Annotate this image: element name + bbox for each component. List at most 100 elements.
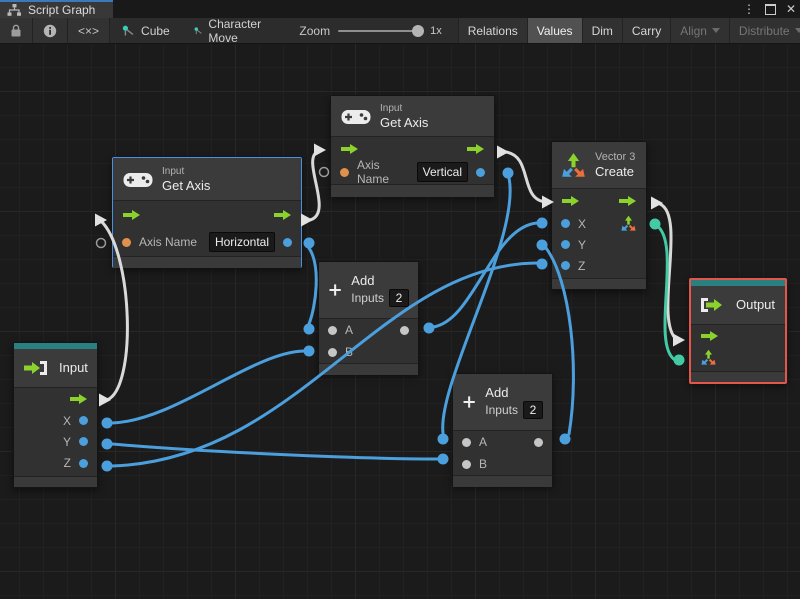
breadcrumb-label: Cube: [141, 23, 170, 38]
value-in-port[interactable]: [462, 437, 471, 447]
port-row-y: Y: [14, 431, 97, 452]
gamepad-icon: [123, 172, 153, 187]
output-event-icon: [701, 298, 722, 312]
distribute-dropdown[interactable]: Distribute: [728, 18, 800, 43]
flow-out-icon[interactable]: [466, 143, 485, 155]
vector3-icon: [562, 152, 585, 177]
flow-out-icon[interactable]: [273, 209, 292, 221]
vector-in-row: [691, 346, 785, 368]
node-input-event[interactable]: Input X Y Z: [13, 342, 98, 488]
port-row-z: Z: [14, 452, 97, 474]
zoom-slider[interactable]: [338, 24, 425, 37]
value-out-port[interactable]: [400, 325, 409, 335]
window-menu-icon[interactable]: ⋮: [743, 0, 755, 18]
graph-node-icon: [122, 25, 134, 35]
value-port[interactable]: [79, 437, 88, 446]
axis-name-row: Axis Name Vertical: [331, 158, 494, 186]
node-category: Input: [162, 165, 185, 177]
value-in-port[interactable]: [328, 347, 337, 357]
node-title: Input: [59, 360, 88, 375]
value-port[interactable]: [79, 458, 88, 468]
node-title: Add: [485, 385, 509, 400]
port-row-b: B: [453, 453, 552, 475]
port-row-x: X: [14, 410, 97, 431]
window-maximize-icon[interactable]: [764, 3, 776, 15]
align-dropdown[interactable]: Align: [670, 18, 729, 43]
node-get-axis-vertical[interactable]: Input Get Axis Axis Name Vertical: [330, 95, 495, 197]
node-add-2[interactable]: Add Inputs 2 A B: [452, 373, 553, 487]
value-out-port[interactable]: [534, 437, 543, 447]
gamepad-icon: [341, 109, 371, 124]
flow-arrow-icon[interactable]: [69, 393, 88, 405]
unity-visual-scripting-window: Script Graph ⋮ ✕ <×> Cube Character Move…: [0, 0, 800, 599]
carry-toggle[interactable]: Carry: [621, 18, 671, 43]
port-row-x: X: [552, 213, 646, 234]
vector3-out-port-icon[interactable]: [620, 215, 637, 232]
code-view-button[interactable]: <×>: [68, 18, 111, 43]
graph-hierarchy-icon: [7, 4, 21, 16]
flow-in-icon[interactable]: [340, 143, 359, 155]
flow-in-icon[interactable]: [700, 330, 719, 342]
breadcrumb-character-move[interactable]: Character Move: [182, 16, 278, 45]
info-button[interactable]: [33, 18, 68, 43]
axis-name-row: Axis Name Horizontal: [113, 228, 301, 256]
zoom-control: Zoom 1x: [291, 18, 449, 43]
zoom-slider-knob[interactable]: [412, 24, 425, 37]
port-row-b: B: [319, 341, 418, 363]
value-in-port[interactable]: [328, 325, 337, 335]
value-in-port[interactable]: [561, 261, 570, 270]
control-row: [552, 189, 646, 213]
node-title: Create: [595, 163, 635, 179]
port-row-a: A: [319, 319, 418, 341]
flow-out-icon[interactable]: [618, 195, 637, 207]
lock-icon: [11, 24, 21, 37]
value-port[interactable]: [79, 416, 88, 425]
zoom-value: 1x: [430, 24, 442, 37]
breadcrumb-cube[interactable]: Cube: [110, 18, 182, 43]
control-row: [113, 201, 301, 228]
node-category: Input: [380, 102, 403, 114]
dim-toggle[interactable]: Dim: [581, 18, 622, 43]
port-row-a: A: [453, 431, 552, 453]
tab-script-graph[interactable]: Script Graph: [0, 0, 113, 18]
breadcrumb-label: Character Move: [208, 16, 262, 45]
node-output-event[interactable]: Output: [689, 278, 787, 384]
axis-name-field[interactable]: Vertical: [416, 162, 468, 182]
control-row: [331, 137, 494, 160]
flow-in-icon[interactable]: [122, 209, 141, 221]
graph-toolbar: <×> Cube Character Move Zoom 1x Relation…: [0, 16, 800, 45]
value-out-port[interactable]: [476, 167, 485, 177]
info-icon: [43, 24, 57, 37]
value-in-port[interactable]: [462, 459, 471, 469]
axis-name-field[interactable]: Horizontal: [208, 232, 275, 252]
view-toggles: Relations Values Dim Carry Align Distrib…: [457, 18, 800, 43]
node-title: Get Axis: [380, 114, 429, 130]
node-title: Add: [351, 273, 375, 288]
window-close-icon[interactable]: ✕: [786, 0, 796, 18]
inputs-count-field[interactable]: 2: [523, 401, 543, 419]
value-in-port[interactable]: [561, 240, 570, 249]
node-get-axis-horizontal[interactable]: Input Get Axis Axis Name Horizontal: [112, 157, 302, 268]
node-vector3-create[interactable]: Vector 3 Create X Y Z: [551, 141, 647, 290]
node-title: Output: [736, 297, 776, 312]
port-row-z: Z: [552, 255, 646, 276]
add-icon: [463, 396, 475, 408]
string-port[interactable]: [340, 167, 349, 177]
control-out-row: [14, 388, 97, 410]
node-add-1[interactable]: Add Inputs 2 A B: [318, 261, 419, 375]
chevron-down-icon: [711, 28, 720, 33]
inputs-count-field[interactable]: 2: [389, 289, 409, 307]
lock-button[interactable]: [0, 18, 33, 43]
tab-bar: Script Graph ⋮ ✕: [0, 0, 800, 18]
values-toggle[interactable]: Values: [526, 18, 582, 43]
string-port[interactable]: [122, 237, 131, 247]
input-event-icon: [24, 361, 47, 375]
relations-toggle[interactable]: Relations: [457, 18, 527, 43]
value-out-port[interactable]: [283, 237, 292, 247]
vector3-in-port-icon[interactable]: [700, 349, 717, 366]
port-row-y: Y: [552, 234, 646, 255]
node-title: Get Axis: [162, 177, 211, 193]
flow-in-icon[interactable]: [561, 195, 580, 207]
zoom-label: Zoom: [299, 23, 331, 38]
value-in-port[interactable]: [561, 219, 570, 228]
